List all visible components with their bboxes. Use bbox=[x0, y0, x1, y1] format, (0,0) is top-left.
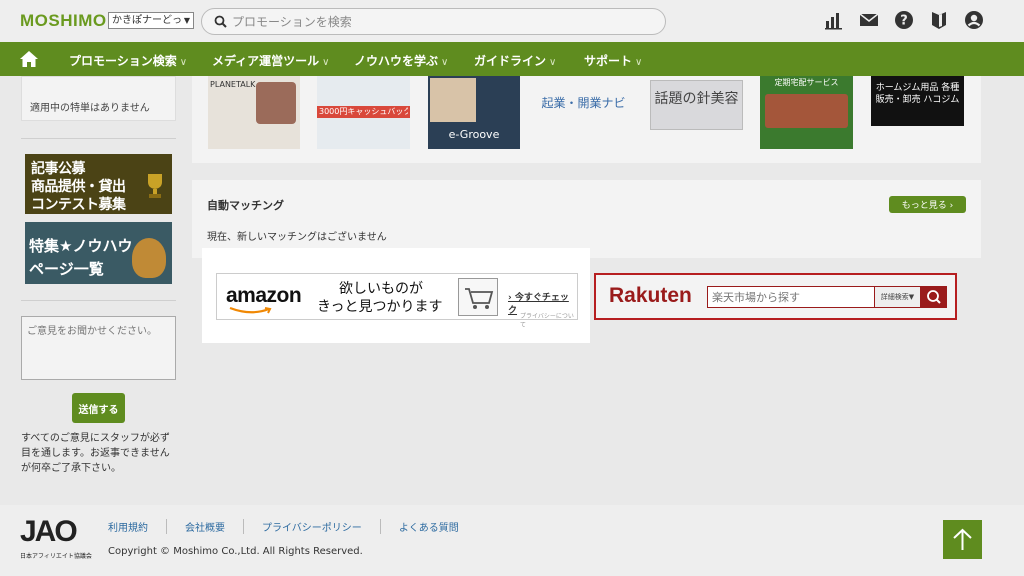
user-icon[interactable] bbox=[964, 10, 984, 30]
header: MOSHIMO かきぽナーどっ ▼ ? bbox=[0, 0, 1024, 42]
contest-banner[interactable]: 記事公募 商品提供・貸出 コンテスト募集 bbox=[25, 154, 172, 214]
amazon-tagline-2: きっと見つかります bbox=[317, 299, 443, 315]
footer-link-company[interactable]: 会社概要 bbox=[166, 519, 243, 534]
promo-thumbnail[interactable]: e-Groove bbox=[428, 76, 520, 149]
contest-banner-line: 商品提供・貸出 bbox=[31, 179, 126, 195]
chevron-down-icon: ▼ bbox=[183, 16, 190, 25]
contest-banner-line: 記事公募 bbox=[31, 161, 86, 177]
matching-title: 自動マッチング bbox=[207, 199, 284, 212]
cart-button[interactable] bbox=[458, 278, 498, 316]
help-icon[interactable]: ? bbox=[894, 10, 914, 30]
bookmark-icon[interactable] bbox=[929, 10, 949, 30]
rakuten-search-input[interactable] bbox=[707, 286, 875, 308]
jao-logo-text: JAO bbox=[20, 515, 78, 548]
chevron-down-icon: ∨ bbox=[441, 57, 449, 68]
special-offers-empty: 適用中の特単はありません bbox=[30, 103, 150, 114]
footer bbox=[0, 505, 1024, 576]
privacy-link[interactable]: プライバシーについて bbox=[520, 311, 577, 329]
person-image bbox=[430, 78, 476, 122]
nav-item-promotion-search[interactable]: プロモーション検索 ∨ bbox=[69, 52, 187, 69]
amazon-widget[interactable]: amazon 欲しいものが きっと見つかります › 今すぐチェック プライバシー… bbox=[216, 273, 578, 329]
promo-thumbnail[interactable]: 定期宅配サービス bbox=[760, 76, 853, 149]
rakuten-widget: Rakuten 詳細検索▼ bbox=[594, 273, 957, 320]
promo-thumbnail[interactable]: ホームジム用品 各種販売・卸売 ハコジム bbox=[871, 76, 964, 126]
search-icon bbox=[927, 290, 941, 304]
jao-logo[interactable]: JAO 日本アフィリエイト協議会 bbox=[20, 515, 92, 561]
divider bbox=[21, 138, 176, 139]
divider bbox=[21, 300, 176, 301]
promo-caption: 定期宅配サービス bbox=[774, 78, 839, 87]
knowhow-banner-line: 特集★ノウハウ bbox=[29, 237, 133, 255]
bar-chart-icon[interactable] bbox=[824, 10, 844, 30]
send-feedback-button[interactable]: 送信する bbox=[72, 393, 125, 423]
knowhow-banner-line: ページ一覧 bbox=[29, 260, 104, 278]
contest-banner-line: コンテスト募集 bbox=[31, 197, 126, 213]
mail-icon[interactable] bbox=[859, 10, 879, 30]
chevron-down-icon: ∨ bbox=[549, 57, 557, 68]
food-image bbox=[765, 94, 848, 128]
back-to-top-button[interactable] bbox=[943, 520, 982, 559]
footer-links: 利用規約 会社概要 プライバシーポリシー よくある質問 bbox=[108, 519, 477, 534]
mascot-image bbox=[132, 238, 166, 278]
special-offers-box: 適用中の特単はありません bbox=[21, 76, 176, 121]
feedback-note: すべてのご意見にスタッフが必ず目を通します。お返事できませんが何卒ご了承下さい。 bbox=[21, 433, 170, 474]
trophy-icon bbox=[148, 174, 162, 198]
more-button[interactable]: もっと見る › bbox=[889, 196, 966, 213]
moshimo-logo[interactable]: MOSHIMO bbox=[20, 11, 107, 31]
promo-caption: e-Groove bbox=[448, 128, 500, 141]
search-bar[interactable] bbox=[201, 8, 666, 35]
nav-item-knowhow[interactable]: ノウハウを学ぶ ∨ bbox=[354, 52, 448, 69]
main-nav: プロモーション検索 ∨ メディア運営ツール ∨ ノウハウを学ぶ ∨ ガイドライン ∨ サ… bbox=[0, 42, 1024, 76]
chevron-down-icon: ∨ bbox=[635, 57, 643, 68]
rakuten-search-button[interactable] bbox=[921, 286, 947, 308]
amazon-tagline-1: 欲しいものが bbox=[339, 281, 423, 297]
promo-thumbnail[interactable]: 3000円キャッシュバック bbox=[317, 76, 410, 149]
arrow-up-icon bbox=[953, 528, 972, 550]
footer-link-terms[interactable]: 利用規約 bbox=[108, 519, 166, 534]
amazon-logo: amazon bbox=[226, 284, 302, 307]
jao-logo-subtext: 日本アフィリエイト協議会 bbox=[20, 553, 92, 560]
home-icon[interactable] bbox=[19, 50, 39, 68]
promo-caption: 話題の針美容 bbox=[654, 91, 739, 107]
nav-item-media-tools[interactable]: メディア運営ツール ∨ bbox=[212, 52, 330, 69]
rakuten-logo[interactable]: Rakuten bbox=[609, 284, 692, 308]
matching-panel bbox=[192, 180, 981, 258]
promo-caption: PLANETALK bbox=[210, 80, 256, 89]
cart-icon bbox=[465, 288, 494, 309]
svg-text:?: ? bbox=[900, 14, 908, 29]
amazon-smile-icon bbox=[229, 307, 272, 314]
promo-thumbnail[interactable]: PLANETALK bbox=[208, 76, 300, 149]
promo-caption: 3000円キャッシュバック bbox=[319, 107, 408, 116]
search-input[interactable] bbox=[232, 13, 652, 31]
site-select-value: かきぽナーどっ bbox=[112, 15, 182, 26]
matching-empty-text: 現在、新しいマッチングはございません bbox=[207, 232, 387, 243]
chevron-down-icon: ∨ bbox=[179, 57, 188, 68]
promo-caption: ホームジム用品 各種販売・卸売 ハコジム bbox=[875, 83, 960, 105]
knowhow-banner[interactable]: 特集★ノウハウ ページ一覧 bbox=[25, 222, 172, 284]
nav-item-support[interactable]: サポート ∨ bbox=[584, 52, 642, 69]
footer-link-faq[interactable]: よくある質問 bbox=[379, 519, 477, 534]
promo-caption: 起業・開業ナビ bbox=[541, 96, 626, 110]
promo-thumbnail[interactable]: 起業・開業ナビ bbox=[537, 76, 630, 149]
site-select[interactable]: かきぽナーどっ ▼ bbox=[108, 12, 194, 29]
promo-thumbnail[interactable]: 話題の針美容 bbox=[650, 80, 743, 130]
footer-link-privacy[interactable]: プライバシーポリシー bbox=[243, 519, 380, 534]
chevron-down-icon: ∨ bbox=[322, 57, 330, 68]
rakuten-advanced-search[interactable]: 詳細検索▼ bbox=[875, 286, 921, 308]
copyright: Copyright © Moshimo Co.,Ltd. All Rights … bbox=[108, 546, 363, 557]
search-icon bbox=[214, 15, 227, 28]
feedback-textarea[interactable] bbox=[21, 316, 176, 380]
nav-item-guideline[interactable]: ガイドライン ∨ bbox=[474, 52, 556, 69]
